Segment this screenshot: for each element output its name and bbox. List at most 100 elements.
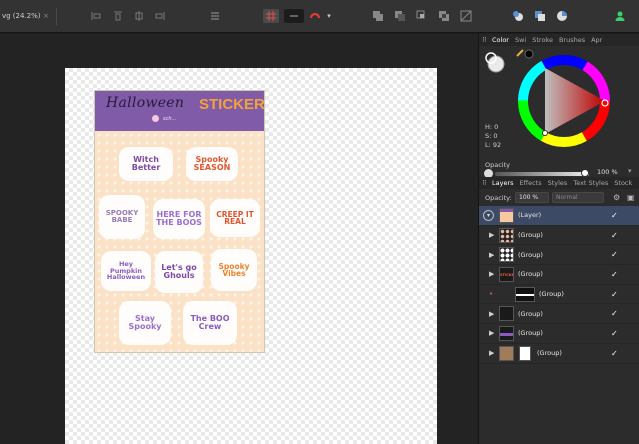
layer-name: (Group) [518, 270, 543, 279]
collapse-icon[interactable]: ▾ [483, 210, 494, 221]
gear-icon[interactable]: ⚙ [613, 193, 620, 202]
boolean-subtract-icon[interactable] [392, 9, 408, 23]
boolean-add-icon[interactable] [370, 9, 386, 23]
visibility-check-icon[interactable]: ✓ [611, 290, 618, 299]
layer-options: Opacity: 100 % Normal ⚙ ▣ [479, 190, 639, 206]
sticker[interactable]: Witch Better [119, 147, 173, 181]
black-swatch[interactable] [524, 49, 534, 59]
expand-arrow-icon[interactable]: ▶ [489, 270, 494, 278]
align-center-icon[interactable] [131, 9, 147, 23]
magnet-icon[interactable] [307, 9, 323, 23]
lock-icon[interactable]: ▣ [627, 193, 635, 202]
boolean-intersect-icon[interactable] [414, 9, 430, 23]
panel-grip-icon[interactable]: ⠿ [479, 179, 489, 187]
sticker[interactable]: Let's go Ghouls [155, 251, 203, 293]
layer-row-group[interactable]: ▶ (Group) ✓ [479, 226, 639, 246]
user-account-icon[interactable] [612, 9, 628, 23]
sticker[interactable]: SPOOKY BABE [99, 195, 145, 239]
opacity-label: Opacity [485, 161, 511, 169]
tab-color[interactable]: Color [489, 36, 512, 44]
layer-row-group[interactable]: ▶ (Group) ✓ [479, 344, 639, 364]
close-tab-icon[interactable]: × [43, 9, 49, 24]
sticker[interactable]: The BOO Crew [183, 301, 237, 345]
align-left-icon[interactable] [88, 9, 104, 23]
snapping-dropdown-icon[interactable]: ▾ [324, 9, 334, 23]
tab-appearance[interactable]: Apr [588, 36, 605, 44]
tab-effects[interactable]: Effects [517, 179, 545, 187]
layer-row-group[interactable]: • (Group) ✓ [479, 285, 639, 305]
sticker[interactable]: Stay Spooky [119, 301, 171, 345]
sticker-text: Hey Pumpkin Halloween [106, 260, 146, 282]
document-tab[interactable]: vg (24.2%) × [0, 9, 54, 24]
visibility-check-icon[interactable]: ✓ [611, 270, 618, 279]
opacity-chevron-icon[interactable]: ▾ [628, 167, 632, 175]
layer-row-group[interactable]: ▶ (Group) ✓ [479, 324, 639, 344]
sticker[interactable]: Spooky SEASON [186, 147, 238, 181]
boolean-divide-icon[interactable] [458, 9, 474, 23]
arrange-forward-icon[interactable] [554, 9, 570, 23]
snapping-grid-icon[interactable] [263, 9, 279, 23]
sticker-text: Let's go Ghouls [161, 263, 197, 280]
layer-row-group[interactable]: ▶ (Group) ✓ [479, 245, 639, 266]
align-top-icon[interactable] [110, 9, 126, 23]
hsl-readout: H: 0 S: 0 L: 92 [485, 123, 501, 150]
expand-arrow-icon[interactable]: ▶ [489, 310, 494, 318]
layer-row-group[interactable]: ▶ (Group) ✓ [479, 304, 639, 325]
eyedropper-icon[interactable] [516, 49, 524, 57]
visibility-check-icon[interactable]: ✓ [611, 231, 618, 240]
expand-arrow-icon[interactable]: ▶ [489, 231, 494, 239]
tab-layers[interactable]: Layers [489, 179, 517, 187]
expand-arrow-icon[interactable]: ▶ [489, 329, 494, 337]
tab-brushes[interactable]: Brushes [556, 36, 588, 44]
color-picker-handle[interactable] [542, 130, 548, 136]
layer-opacity-field[interactable]: 100 % [515, 192, 549, 203]
align-right-icon[interactable] [152, 9, 168, 23]
sticker-sheet[interactable]: Halloween STICKERS sch... Witch Better S… [94, 90, 265, 353]
sticker[interactable]: HERE FOR THE BOOS [153, 199, 205, 239]
layer-name: (Layer) [518, 211, 542, 220]
tab-stroke[interactable]: Stroke [529, 36, 556, 44]
tab-styles[interactable]: Styles [545, 179, 571, 187]
sticker[interactable]: CREEP IT REAL [210, 199, 260, 237]
color-wheel[interactable] [479, 46, 639, 177]
opacity-slider[interactable] [495, 169, 589, 177]
opacity-slider-knob[interactable] [581, 169, 589, 177]
sticker[interactable]: Hey Pumpkin Halloween [101, 251, 151, 291]
visibility-check-icon[interactable]: ✓ [611, 309, 618, 318]
tab-text-styles[interactable]: Text Styles [570, 179, 611, 187]
layer-thumbnail [499, 306, 514, 322]
sticker-text: Spooky SEASON [193, 155, 231, 172]
color-panel-tabs: ⠿ Color Swi Stroke Brushes Apr [479, 34, 639, 46]
snapping-mode-icon[interactable] [284, 9, 304, 23]
layer-thumbnail [499, 208, 514, 223]
distribute-icon[interactable] [207, 9, 223, 23]
boolean-xor-icon[interactable] [436, 9, 452, 23]
opacity-value[interactable]: 100 % [597, 168, 618, 176]
layer-name: (Group) [518, 329, 543, 338]
arrange-back-icon[interactable] [532, 9, 548, 23]
blend-mode-select[interactable]: Normal [552, 192, 604, 203]
tab-swatches[interactable]: Swi [512, 36, 529, 44]
toolbar-divider [56, 8, 57, 25]
tab-stock[interactable]: Stock [611, 179, 635, 187]
layer-row-group[interactable]: ▶ STICKERS (Group) ✓ [479, 265, 639, 285]
expand-arrow-icon[interactable]: ▶ [489, 251, 494, 259]
visibility-check-icon[interactable]: ✓ [611, 211, 618, 220]
saturation-value: S: 0 [485, 132, 498, 140]
sticker-text: SPOOKY BABE [105, 209, 139, 224]
layer-row-layer[interactable]: ▾ (Layer) ✓ [479, 206, 639, 226]
layer-name: (Group) [518, 309, 543, 318]
arrange-front-icon[interactable] [510, 9, 526, 23]
visibility-check-icon[interactable]: ✓ [611, 329, 618, 338]
layer-name: (Group) [518, 231, 543, 240]
visibility-check-icon[interactable]: ✓ [611, 349, 618, 358]
layer-indicator-icon: • [489, 290, 494, 299]
visibility-check-icon[interactable]: ✓ [611, 250, 618, 259]
expand-arrow-icon[interactable]: ▶ [489, 349, 494, 357]
sticker[interactable]: Spooky Vibes [211, 249, 257, 291]
sheet-subtitle: sch... [163, 116, 177, 122]
layers-panel-tabs: ⠿ Layers Effects Styles Text Styles Stoc… [479, 177, 639, 189]
layer-thumbnail [499, 247, 514, 263]
panel-grip-icon[interactable]: ⠿ [479, 36, 489, 44]
layer-thumbnail: STICKERS [499, 267, 514, 283]
